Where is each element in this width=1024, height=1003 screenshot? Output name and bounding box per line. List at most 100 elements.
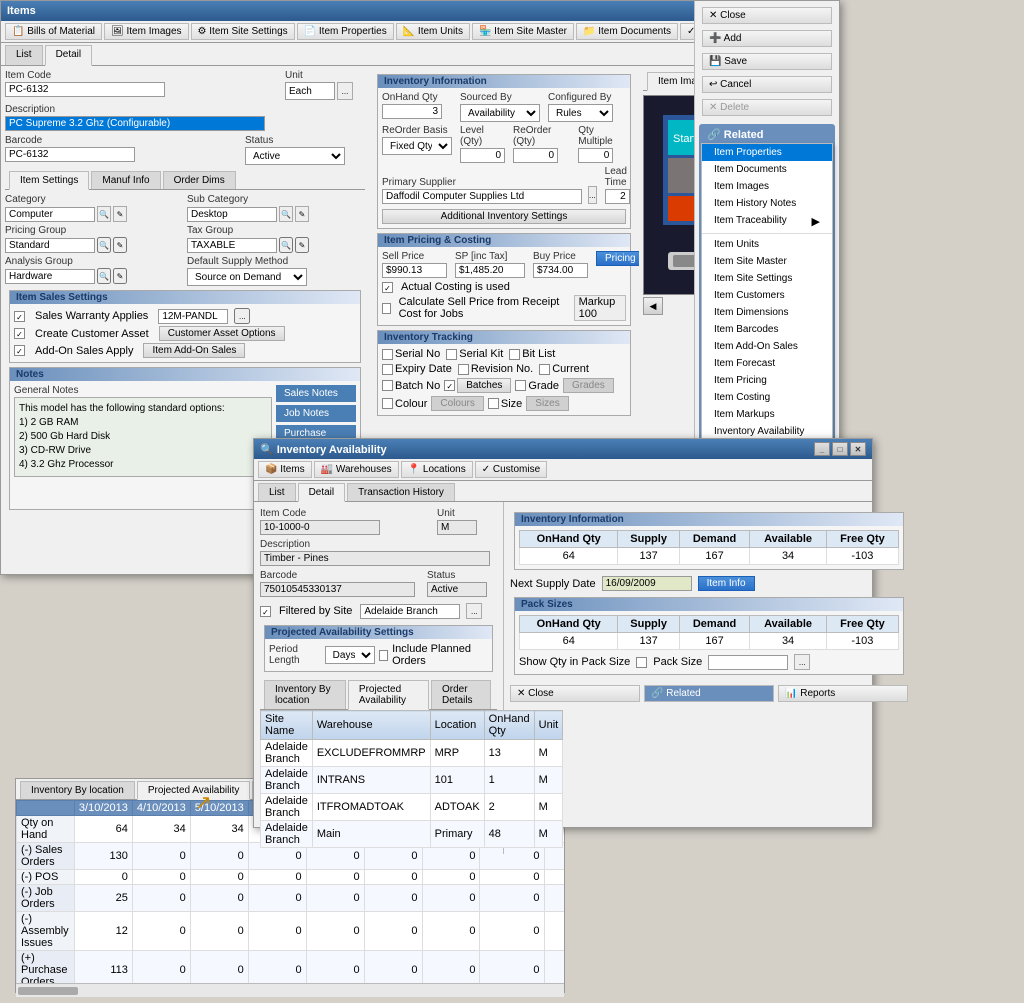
item-site-master-button[interactable]: 🏪 Item Site Master (472, 23, 574, 40)
serial-kit-checkbox[interactable] (446, 349, 457, 360)
tax-group-browse-button[interactable]: 🔍 (279, 237, 293, 253)
inv-unit-input[interactable] (437, 520, 477, 535)
job-notes-button[interactable]: Job Notes (276, 405, 356, 422)
inv-tab-order-details[interactable]: Order Details (431, 680, 491, 709)
subcategory-edit-button[interactable]: ✎ (295, 206, 309, 222)
close-panel-button[interactable]: ✕ Close (702, 7, 832, 24)
item-images-button[interactable]: 🖼 Item Images (104, 23, 189, 40)
analysis-edit-button[interactable]: ✎ (113, 268, 127, 284)
sell-price-input[interactable] (382, 263, 447, 278)
customer-asset-checkbox[interactable] (14, 328, 25, 339)
inv-tab-detail[interactable]: Detail (298, 483, 346, 502)
inv-site-browse-button[interactable]: ... (466, 603, 482, 619)
sales-warranty-checkbox[interactable] (14, 311, 25, 322)
image-prev-button[interactable]: ◀ (643, 297, 663, 315)
inv-tab-transaction[interactable]: Transaction History (347, 483, 455, 501)
revision-no-checkbox[interactable] (458, 364, 469, 375)
sizes-button[interactable]: Sizes (526, 396, 568, 411)
item-code-input[interactable] (5, 82, 165, 97)
menu-item-site-settings[interactable]: Item Site Settings (702, 270, 832, 287)
inv-customise-button[interactable]: ✓ Customise (475, 461, 547, 478)
menu-item-markups[interactable]: Item Markups (702, 406, 832, 423)
bit-list-checkbox[interactable] (509, 349, 520, 360)
pricing-group-browse-button[interactable]: 🔍 (97, 237, 111, 253)
subcategory-browse-button[interactable]: 🔍 (279, 206, 293, 222)
save-panel-button[interactable]: 💾 Save (702, 53, 832, 70)
proj-tab-by-location[interactable]: Inventory By location (20, 781, 135, 799)
level-qty-input[interactable] (460, 148, 505, 163)
tab-item-settings[interactable]: Item Settings (9, 171, 89, 190)
cancel-panel-button[interactable]: ↩ Cancel (702, 76, 832, 93)
status-select[interactable]: Active (245, 147, 345, 165)
menu-item-history-notes[interactable]: Item History Notes (702, 195, 832, 212)
grade-checkbox[interactable] (515, 380, 526, 391)
sales-notes-button[interactable]: Sales Notes (276, 385, 356, 402)
batch-no-checkbox[interactable] (382, 380, 393, 391)
expiry-date-checkbox[interactable] (382, 364, 393, 375)
supplier-browse-button[interactable]: ... (588, 186, 597, 204)
menu-item-customers[interactable]: Item Customers (702, 287, 832, 304)
inv-warehouses-button[interactable]: 🏭 Warehouses (314, 461, 399, 478)
onhand-input[interactable] (382, 104, 442, 119)
pricing-group-edit-button[interactable]: ✎ (113, 237, 127, 253)
actual-costing-checkbox[interactable] (382, 282, 393, 293)
additional-inventory-settings-button[interactable]: Additional Inventory Settings (382, 209, 626, 224)
inv-filtered-site-checkbox[interactable] (260, 606, 271, 617)
menu-item-traceability[interactable]: Item Traceability ▶ (702, 212, 832, 231)
menu-item-units[interactable]: Item Units (702, 236, 832, 253)
inv-close-button[interactable]: ✕ (850, 442, 866, 456)
proj-scrollbar[interactable] (16, 983, 564, 997)
pricing-group-input[interactable] (5, 238, 95, 253)
item-properties-button[interactable]: 📄 Item Properties (297, 23, 394, 40)
reorder-basis-select[interactable]: Fixed Qty (382, 137, 452, 155)
inv-description-input[interactable] (260, 551, 490, 566)
batches-checkbox[interactable] (444, 380, 455, 391)
menu-item-documents[interactable]: Item Documents (702, 161, 832, 178)
inv-item-code-input[interactable] (260, 520, 380, 535)
inv-status-input[interactable] (427, 582, 487, 597)
item-site-settings-button[interactable]: ⚙ Item Site Settings (191, 23, 295, 40)
inv-tab-projected[interactable]: Projected Availability (348, 680, 429, 710)
supply-method-select[interactable]: Source on Demand (187, 268, 307, 286)
inv-locations-button[interactable]: 📍 Locations (401, 461, 473, 478)
tab-list[interactable]: List (5, 45, 43, 65)
inv-maximize-button[interactable]: □ (832, 442, 848, 456)
unit-browse-button[interactable]: ... (337, 82, 353, 100)
menu-item-costing[interactable]: Item Costing (702, 389, 832, 406)
colours-button[interactable]: Colours (431, 396, 483, 411)
item-addon-sales-button[interactable]: Item Add-On Sales (143, 343, 245, 358)
warranty-browse-button[interactable]: ... (234, 308, 250, 324)
lead-time-input[interactable] (605, 189, 630, 204)
pack-size-browse-button[interactable]: ... (794, 654, 810, 670)
inv-related-action-button[interactable]: 🔗 Related (644, 685, 774, 702)
menu-item-properties[interactable]: Item Properties (702, 144, 832, 161)
unit-input[interactable] (285, 82, 335, 100)
menu-item-pricing[interactable]: Item Pricing (702, 372, 832, 389)
menu-item-forecast[interactable]: Item Forecast (702, 355, 832, 372)
qty-multiple-input[interactable] (578, 148, 613, 163)
addon-sales-checkbox[interactable] (14, 345, 25, 356)
bills-of-material-button[interactable]: 📋 Bills of Material (5, 23, 102, 40)
analysis-group-input[interactable] (5, 269, 95, 284)
tax-group-edit-button[interactable]: ✎ (295, 237, 309, 253)
inv-minimize-button[interactable]: _ (814, 442, 830, 456)
inv-period-length-select[interactable]: Days (325, 646, 375, 664)
tab-manuf-info[interactable]: Manuf Info (91, 171, 160, 189)
configured-by-select[interactable]: Rules (548, 104, 613, 122)
inv-barcode-input[interactable] (260, 582, 415, 597)
add-panel-button[interactable]: ➕ Add (702, 30, 832, 47)
sp-inc-tax-input[interactable] (455, 263, 525, 278)
category-input[interactable] (5, 207, 95, 222)
menu-item-images[interactable]: Item Images (702, 178, 832, 195)
menu-item-addon-sales[interactable]: Item Add-On Sales (702, 338, 832, 355)
pack-size-input[interactable] (708, 655, 788, 670)
menu-item-dimensions[interactable]: Item Dimensions (702, 304, 832, 321)
inv-tab-list[interactable]: List (258, 483, 296, 501)
serial-no-checkbox[interactable] (382, 349, 393, 360)
menu-item-barcodes[interactable]: Item Barcodes (702, 321, 832, 338)
customer-asset-options-button[interactable]: Customer Asset Options (159, 326, 285, 341)
barcode-input[interactable] (5, 147, 135, 162)
batches-button[interactable]: Batches (457, 378, 511, 393)
reorder-qty-input[interactable] (513, 148, 558, 163)
item-units-button[interactable]: 📐 Item Units (396, 23, 470, 40)
